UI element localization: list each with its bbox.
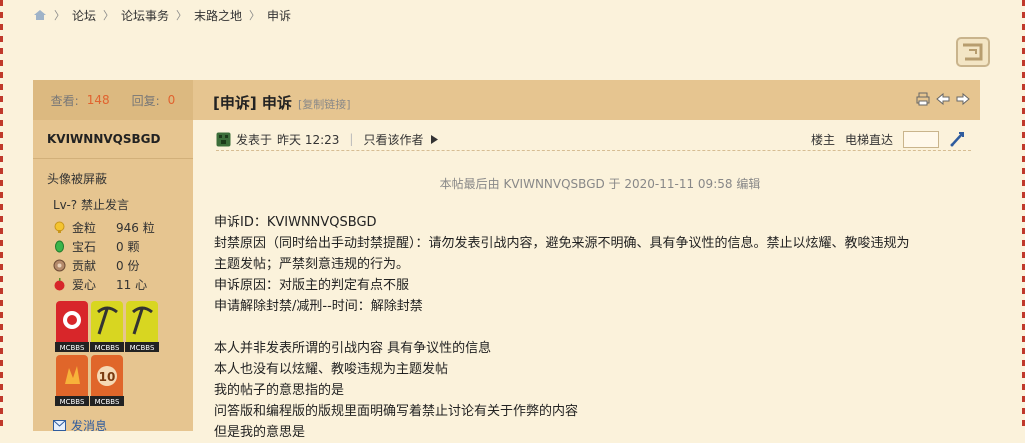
stat-contribution: 贡献 0 份	[53, 257, 139, 274]
floor-label: 楼主	[810, 132, 835, 147]
stat-heart: 爱心 11 心	[53, 276, 147, 293]
fire-medal-icon[interactable]: MCBBS	[55, 354, 89, 406]
chevron-right-icon: 〉	[249, 9, 261, 22]
post-content: 申诉ID：KVIWNNVQSBGD 封禁原因（同时给出手动封禁提醒）：请勿发表引…	[214, 212, 974, 443]
copy-link[interactable]: [复制链接]	[298, 98, 351, 111]
svg-text:MCBBS: MCBBS	[95, 344, 120, 352]
jump-label: 电梯直达	[844, 132, 893, 147]
home-icon[interactable]	[33, 9, 47, 21]
chevron-right-icon: 〉	[176, 9, 188, 22]
svg-text:10: 10	[99, 370, 116, 384]
jump-go-icon[interactable]	[949, 131, 965, 147]
content-line: 问答版和编程版的版规里面明确写着禁止讨论有关于作弊的内容	[214, 404, 579, 419]
previous-thread-icon[interactable]	[936, 92, 950, 106]
pickaxe-medal-icon[interactable]: MCBBS	[125, 300, 159, 352]
author-name[interactable]: KVIWNNVQSBGD	[33, 120, 193, 159]
content-line: 申诉ID：KVIWNNVQSBGD	[214, 215, 377, 230]
content-line: 本人并非发表所谓的引战内容 具有争议性的信息	[214, 341, 492, 356]
content-line: 主题发帖；严禁刻意违规的行为。	[214, 257, 410, 272]
post-header: [申诉] 申诉 [复制链接]	[193, 80, 980, 120]
svg-text:MCBBS: MCBBS	[130, 344, 155, 352]
svg-text:MCBBS: MCBBS	[60, 344, 85, 352]
content-line: 本人也没有以炫耀、教唆违规为主题发帖	[214, 362, 449, 377]
replies-label: 回复:	[131, 93, 160, 108]
last-edited-note: 本帖最后由 KVIWNNVQSBGD 于 2020-11-11 09:58 编辑	[439, 177, 761, 191]
author-sidebar: 查看: 148 回复: 0 KVIWNNVQSBGD 头像被屏蔽 Lv-? 禁止发言…	[33, 80, 193, 434]
online-status-icon	[216, 132, 231, 146]
user-level[interactable]: Lv-? 禁止发言	[53, 196, 129, 213]
back-to-list-icon[interactable]	[955, 36, 991, 68]
breadcrumb-item-current[interactable]: 申诉	[267, 7, 291, 24]
contribution-icon	[53, 259, 66, 272]
stat-gold: 金粒 946 粒	[53, 219, 155, 236]
breadcrumb: 〉 论坛 〉 论坛事务 〉 末路之地 〉 申诉	[33, 6, 291, 24]
views-label: 查看:	[50, 93, 79, 108]
next-thread-icon[interactable]	[956, 92, 970, 106]
gold-coin-icon	[54, 221, 65, 233]
thread-stats: 查看: 148 回复: 0	[33, 80, 193, 120]
red-medal-icon[interactable]: MCBBS	[55, 300, 89, 352]
content-blank-line	[214, 317, 974, 338]
posted-info: 发表于 昨天 12:23	[216, 131, 339, 148]
print-icon[interactable]	[916, 92, 930, 106]
gem-icon	[55, 240, 64, 253]
send-message-button[interactable]: 发消息	[53, 417, 107, 434]
replies-count: 0	[167, 93, 176, 107]
post-title: [申诉] 申诉 [复制链接]	[213, 94, 351, 112]
left-border-decoration	[0, 0, 3, 431]
heart-apple-icon	[54, 278, 65, 291]
chevron-right-icon: 〉	[54, 9, 65, 22]
pickaxe-medal-icon[interactable]: MCBBS	[90, 300, 124, 352]
triangle-right-icon	[431, 134, 439, 144]
breadcrumb-item-affairs[interactable]: 论坛事务	[121, 7, 169, 24]
content-line: 但是我的意思是	[214, 425, 306, 440]
anniversary-medal-icon[interactable]: 10 MCBBS	[90, 354, 124, 406]
breadcrumb-item-board[interactable]: 末路之地	[194, 7, 242, 24]
posted-time: 昨天 12:23	[277, 132, 340, 147]
stat-gem: 宝石 0 颗	[53, 238, 139, 255]
content-line: 我的帖子的意思指的是	[214, 383, 345, 398]
content-line: 申诉原因：对版主的判定有点不服	[214, 278, 410, 293]
content-line: 封禁原因（同时给出手动封禁提醒）：请勿发表引战内容，避免来源不明确、具有争议性的…	[214, 236, 910, 251]
meta-divider: |	[349, 132, 354, 146]
svg-text:MCBBS: MCBBS	[95, 398, 120, 406]
floor-jump-input[interactable]	[903, 130, 939, 148]
chevron-right-icon: 〉	[103, 9, 115, 22]
svg-text:MCBBS: MCBBS	[60, 398, 85, 406]
post-meta: 发表于 昨天 12:23 | 只看该作者 楼主 电梯直达	[216, 128, 971, 151]
views-count: 148	[86, 93, 110, 107]
post-tools	[916, 92, 970, 106]
envelope-icon	[53, 420, 66, 431]
breadcrumb-item-forum[interactable]: 论坛	[72, 7, 96, 24]
author-only-button[interactable]: 只看该作者	[363, 131, 439, 148]
content-line: 申请解除封禁/减刑--时间：解除封禁	[214, 299, 423, 314]
floor-tools: 楼主 电梯直达	[811, 128, 965, 150]
